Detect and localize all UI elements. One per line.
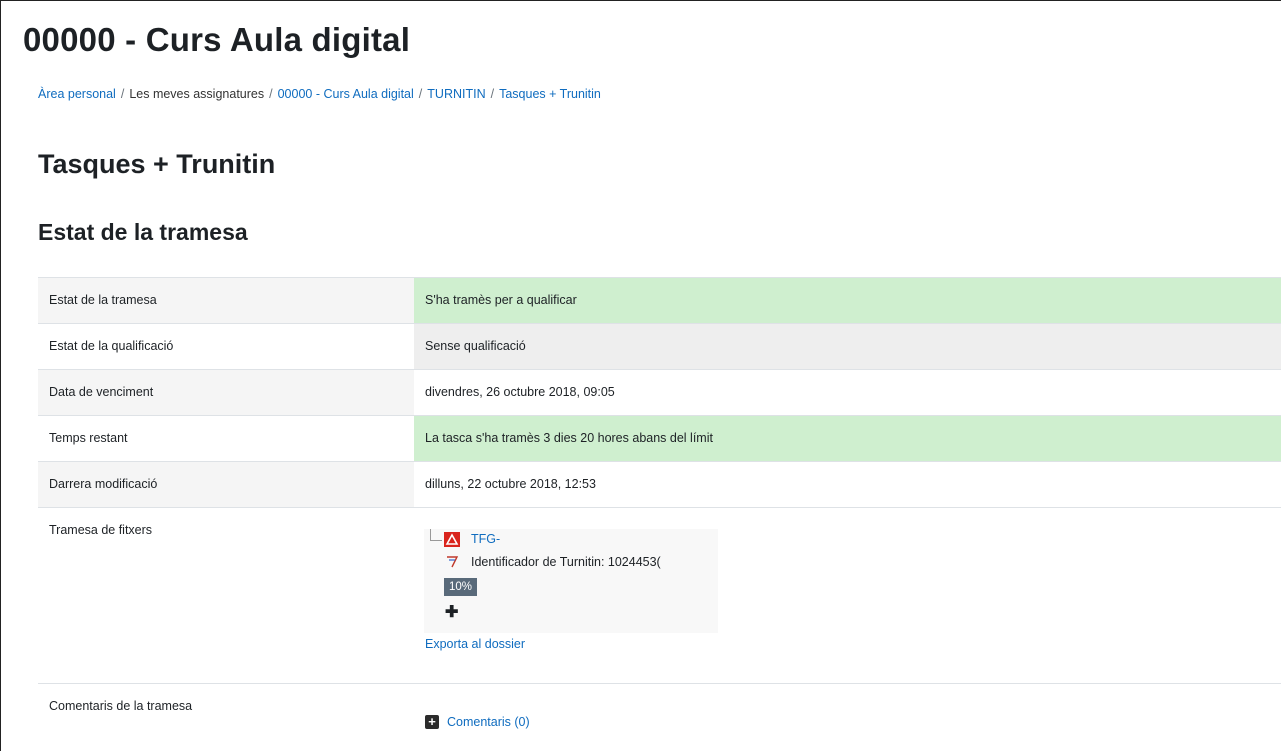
- row-label: Darrera modificació: [38, 461, 414, 508]
- breadcrumb-my-courses: Les meves assignatures: [129, 87, 265, 101]
- row-label: Data de venciment: [38, 369, 414, 416]
- submission-comments-value: + Comentaris (0): [414, 683, 1281, 751]
- page-frame: 00000 - Curs Aula digital Àrea personal /…: [0, 0, 1281, 751]
- course-title: 00000 - Curs Aula digital: [23, 21, 411, 58]
- grading-status-value: Sense qualificació: [414, 323, 1281, 370]
- breadcrumb-activity[interactable]: Tasques + Trunitin: [499, 87, 601, 101]
- last-modified-value: dilluns, 22 octubre 2018, 12:53: [414, 461, 1281, 508]
- due-date-value: divendres, 26 octubre 2018, 09:05: [414, 369, 1281, 416]
- submission-status-heading: Estat de la tramesa: [38, 219, 248, 245]
- breadcrumb-course[interactable]: 00000 - Curs Aula digital: [278, 87, 414, 101]
- row-label: Comentaris de la tramesa: [38, 683, 414, 751]
- similarity-score-badge[interactable]: 10%: [444, 578, 478, 596]
- pdf-icon: [444, 532, 460, 547]
- plus-icon[interactable]: ✚: [445, 605, 458, 621]
- breadcrumb: Àrea personal / Les meves assignatures/000…: [38, 87, 601, 101]
- table-row: Darrera modificació dilluns, 22 octubre …: [38, 461, 1281, 508]
- table-row: Estat de la tramesa S'ha tramès per a qu…: [38, 277, 1281, 324]
- tree-connector: [430, 529, 442, 541]
- table-row: Data de venciment divendres, 26 octubre …: [38, 369, 1281, 416]
- table-row: Estat de la qualificació Sense qualifica…: [38, 323, 1281, 370]
- file-submissions-value: TFG- Identificador de Turnitin: 1024453(…: [414, 507, 1281, 684]
- row-label: Estat de la qualificació: [38, 323, 414, 370]
- turnitin-icon: [447, 556, 459, 568]
- breadcrumb-home[interactable]: Àrea personal: [38, 87, 116, 101]
- row-label: Tramesa de fitxers: [38, 507, 414, 684]
- row-label: Temps restant: [38, 415, 414, 462]
- row-label: Estat de la tramesa: [38, 277, 414, 324]
- turnitin-id: Identificador de Turnitin: 1024453(: [471, 555, 661, 569]
- file-tree: TFG- Identificador de Turnitin: 1024453(…: [424, 529, 718, 633]
- export-to-portfolio-link[interactable]: Exporta al dossier: [425, 637, 1271, 651]
- breadcrumb-section[interactable]: TURNITIN: [427, 87, 485, 101]
- comments-link[interactable]: Comentaris (0): [447, 715, 530, 729]
- time-remaining-value: La tasca s'ha tramès 3 dies 20 hores aba…: [414, 415, 1281, 462]
- submission-status-table: Estat de la tramesa S'ha tramès per a qu…: [38, 277, 1281, 751]
- activity-title: Tasques + Trunitin: [38, 149, 276, 179]
- table-row: Comentaris de la tramesa + Comentaris (0…: [38, 683, 1281, 751]
- submitted-file-link[interactable]: TFG-: [471, 532, 500, 546]
- table-row: Temps restant La tasca s'ha tramès 3 die…: [38, 415, 1281, 462]
- table-row: Tramesa de fitxers TFG- Identificador de…: [38, 507, 1281, 684]
- plus-square-icon[interactable]: +: [425, 715, 439, 729]
- submission-status-value: S'ha tramès per a qualificar: [414, 277, 1281, 324]
- comments-toggle[interactable]: + Comentaris (0): [425, 715, 1271, 729]
